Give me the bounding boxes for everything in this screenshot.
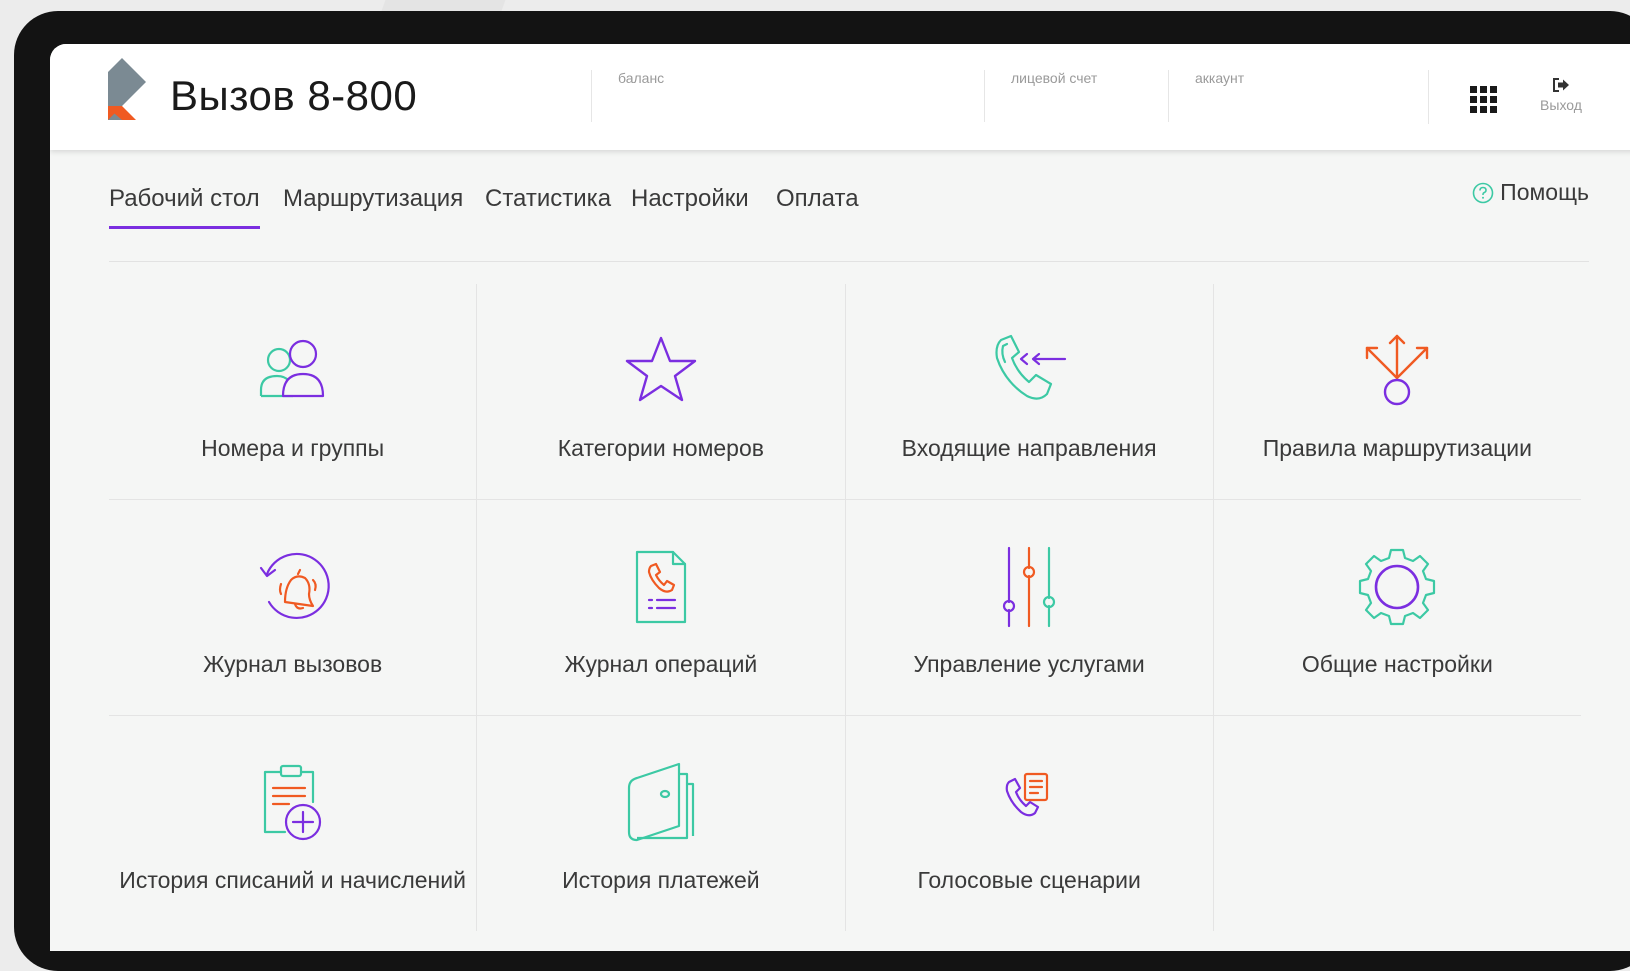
users-icon (259, 339, 324, 398)
help-link[interactable]: Помощь (1472, 179, 1589, 206)
logout-button[interactable]: Выход (1534, 77, 1588, 113)
account-number-label: лицевой счет (1011, 70, 1098, 86)
balance-block: баланс (591, 70, 968, 122)
tile-call-log[interactable]: Журнал вызовов (109, 500, 478, 715)
routing-arrows-icon (1366, 334, 1429, 406)
top-header: Вызов 8-800 баланс лицевой счет аккаунт (50, 44, 1630, 150)
tab-desktop[interactable]: Рабочий стол (109, 185, 260, 229)
tile-numbers-groups[interactable]: Номера и группы (109, 284, 478, 499)
gear-icon (1359, 548, 1436, 626)
question-circle-icon (1472, 182, 1494, 203)
tile-voice-scenarios[interactable]: Голосовые сценарии (846, 716, 1214, 931)
tile-charges-history[interactable]: История списаний и начислений (109, 716, 478, 931)
app-screen: Вызов 8-800 баланс лицевой счет аккаунт (50, 44, 1630, 951)
tab-statistics[interactable]: Статистика (485, 185, 611, 229)
tile-operations-log[interactable]: Журнал операций (477, 500, 846, 715)
tile-incoming-directions[interactable]: Входящие направления (846, 284, 1214, 499)
tile-label: Журнал вызовов (203, 651, 383, 677)
phone-document-icon (635, 550, 686, 624)
sliders-icon (1003, 546, 1056, 628)
logout-label: Выход (1540, 97, 1582, 113)
tile-service-management[interactable]: Управление услугами (846, 500, 1214, 715)
tile-label: История списаний и начислений (119, 867, 466, 893)
tile-label: Управление услугами (913, 651, 1145, 677)
phone-script-icon (1005, 772, 1049, 817)
sign-out-icon (1553, 78, 1569, 92)
help-label: Помощь (1500, 179, 1589, 205)
tile-row: Номера и группы Категории номеров Входящ… (109, 284, 1581, 500)
wallet-icon (627, 762, 694, 842)
tile-label: Входящие направления (901, 435, 1157, 461)
account-number-block: лицевой счет (984, 70, 1161, 122)
tile-payment-history[interactable]: История платежей (477, 716, 846, 931)
tile-empty (1214, 716, 1581, 931)
tile-label: Категории номеров (557, 435, 764, 461)
main-nav-tabs: Рабочий стол Маршрутизация Статистика На… (109, 179, 1589, 262)
clipboard-plus-icon (263, 764, 321, 841)
tile-routing-rules[interactable]: Правила маршрутизации (1214, 284, 1581, 499)
tile-label: История платежей (562, 867, 760, 893)
apps-grid-icon[interactable] (1470, 86, 1497, 113)
tile-row: История списаний и начислений История пл… (109, 716, 1581, 931)
tab-routing[interactable]: Маршрутизация (283, 185, 463, 229)
tab-payment[interactable]: Оплата (776, 185, 859, 229)
star-icon (625, 336, 697, 402)
header-divider (1428, 70, 1429, 124)
user-account-label: аккаунт (1195, 70, 1245, 86)
tile-label: Голосовые сценарии (917, 867, 1141, 893)
tile-label: Номера и группы (201, 435, 385, 461)
tile-number-categories[interactable]: Категории номеров (477, 284, 846, 499)
logo-icon (108, 58, 146, 120)
app-title: Вызов 8-800 (170, 72, 418, 119)
balance-value (618, 92, 968, 106)
user-account-value (1195, 92, 1415, 106)
tile-label: Журнал операций (564, 651, 758, 677)
balance-label: баланс (618, 70, 665, 86)
device-frame: Вызов 8-800 баланс лицевой счет аккаунт (14, 11, 1630, 971)
tile-general-settings[interactable]: Общие настройки (1214, 500, 1581, 715)
tile-label: Общие настройки (1301, 651, 1493, 677)
dashboard-tiles: Номера и группы Категории номеров Входящ… (109, 284, 1581, 931)
user-account-block: аккаунт (1168, 70, 1415, 122)
tile-row: Журнал вызовов Журнал операций Управлени… (109, 500, 1581, 716)
incoming-call-icon (995, 334, 1067, 400)
call-history-bell-icon (259, 552, 330, 620)
tile-label: Правила маршрутизации (1262, 435, 1532, 461)
account-number-value (1011, 92, 1161, 106)
tab-settings[interactable]: Настройки (631, 185, 749, 229)
